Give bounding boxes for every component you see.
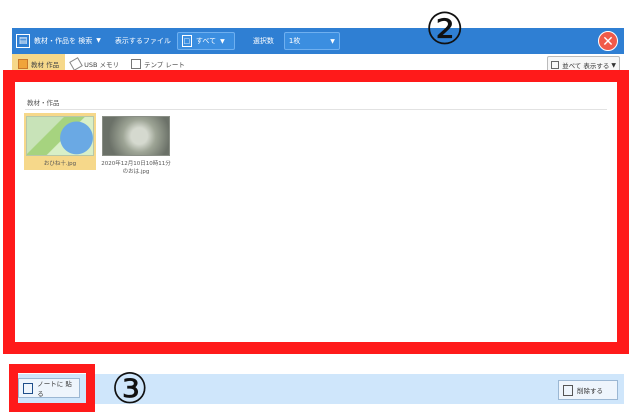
book-icon xyxy=(18,59,28,69)
file-item[interactable]: 2020年12月10日10時11分のおは.jpg xyxy=(100,113,172,175)
bottom-bar: ノートに 貼る 削除する xyxy=(12,374,624,404)
tab-usb-label: USB メモリ xyxy=(84,61,119,69)
chevron-down-icon: ▼ xyxy=(611,61,616,69)
files-select[interactable]: □ すべて ▼ xyxy=(176,32,235,50)
delete-button[interactable]: 削除する xyxy=(558,380,618,400)
selected-count-select[interactable]: 1枚 ▼ xyxy=(283,32,340,50)
selected-label: 選択数 xyxy=(252,37,274,45)
close-icon: ✕ xyxy=(602,34,614,50)
usb-icon xyxy=(69,57,83,71)
chevron-down-icon: ▼ xyxy=(220,37,225,45)
files-select-value: すべて xyxy=(195,37,217,45)
files-label: 表示するファイル xyxy=(114,37,171,45)
folder-label: 教材・作品 xyxy=(27,99,60,107)
photo-thumbnail xyxy=(102,116,170,156)
content-highlight-frame: 教材・作品 おひね十.jpg 2020年12月10日10時11分のおは.jpg xyxy=(3,70,629,354)
search-button-label: 教材・作品を 検索 xyxy=(34,37,93,45)
tab-template-label: テンプ レート xyxy=(144,61,185,69)
map-thumbnail xyxy=(26,116,94,156)
grid-icon xyxy=(551,61,560,69)
chevron-down-icon: ▼ xyxy=(96,37,101,44)
search-button[interactable]: ▤ 教材・作品を 検索 ▼ xyxy=(12,31,105,51)
annotation-number-2: ② xyxy=(425,4,465,55)
divider xyxy=(25,109,607,110)
paste-highlight-frame xyxy=(9,364,95,412)
annotation-number-3: ③ xyxy=(111,364,149,413)
selected-count-value: 1枚 xyxy=(288,37,301,45)
document-icon: □ xyxy=(181,35,192,47)
top-toolbar: ▤ 教材・作品を 検索 ▼ 表示するファイル □ すべて ▼ 選択数 1枚 ▼ … xyxy=(12,28,624,54)
tab-materials-label: 教材 作品 xyxy=(31,61,60,69)
trash-icon xyxy=(563,384,573,396)
file-name: おひね十.jpg xyxy=(43,161,77,167)
files-label-wrap: 表示するファイル xyxy=(111,31,175,51)
close-button[interactable]: ✕ xyxy=(598,31,618,51)
template-icon xyxy=(131,59,141,69)
sort-label: 並べて 表示する xyxy=(562,62,610,70)
chevron-down-icon: ▼ xyxy=(330,37,335,45)
file-name: 2020年12月10日10時11分のおは.jpg xyxy=(101,161,171,175)
calendar-icon: ▤ xyxy=(16,34,30,48)
selected-label-wrap: 選択数 xyxy=(249,31,278,51)
file-item[interactable]: おひね十.jpg xyxy=(24,113,96,170)
delete-label: 削除する xyxy=(577,387,603,395)
